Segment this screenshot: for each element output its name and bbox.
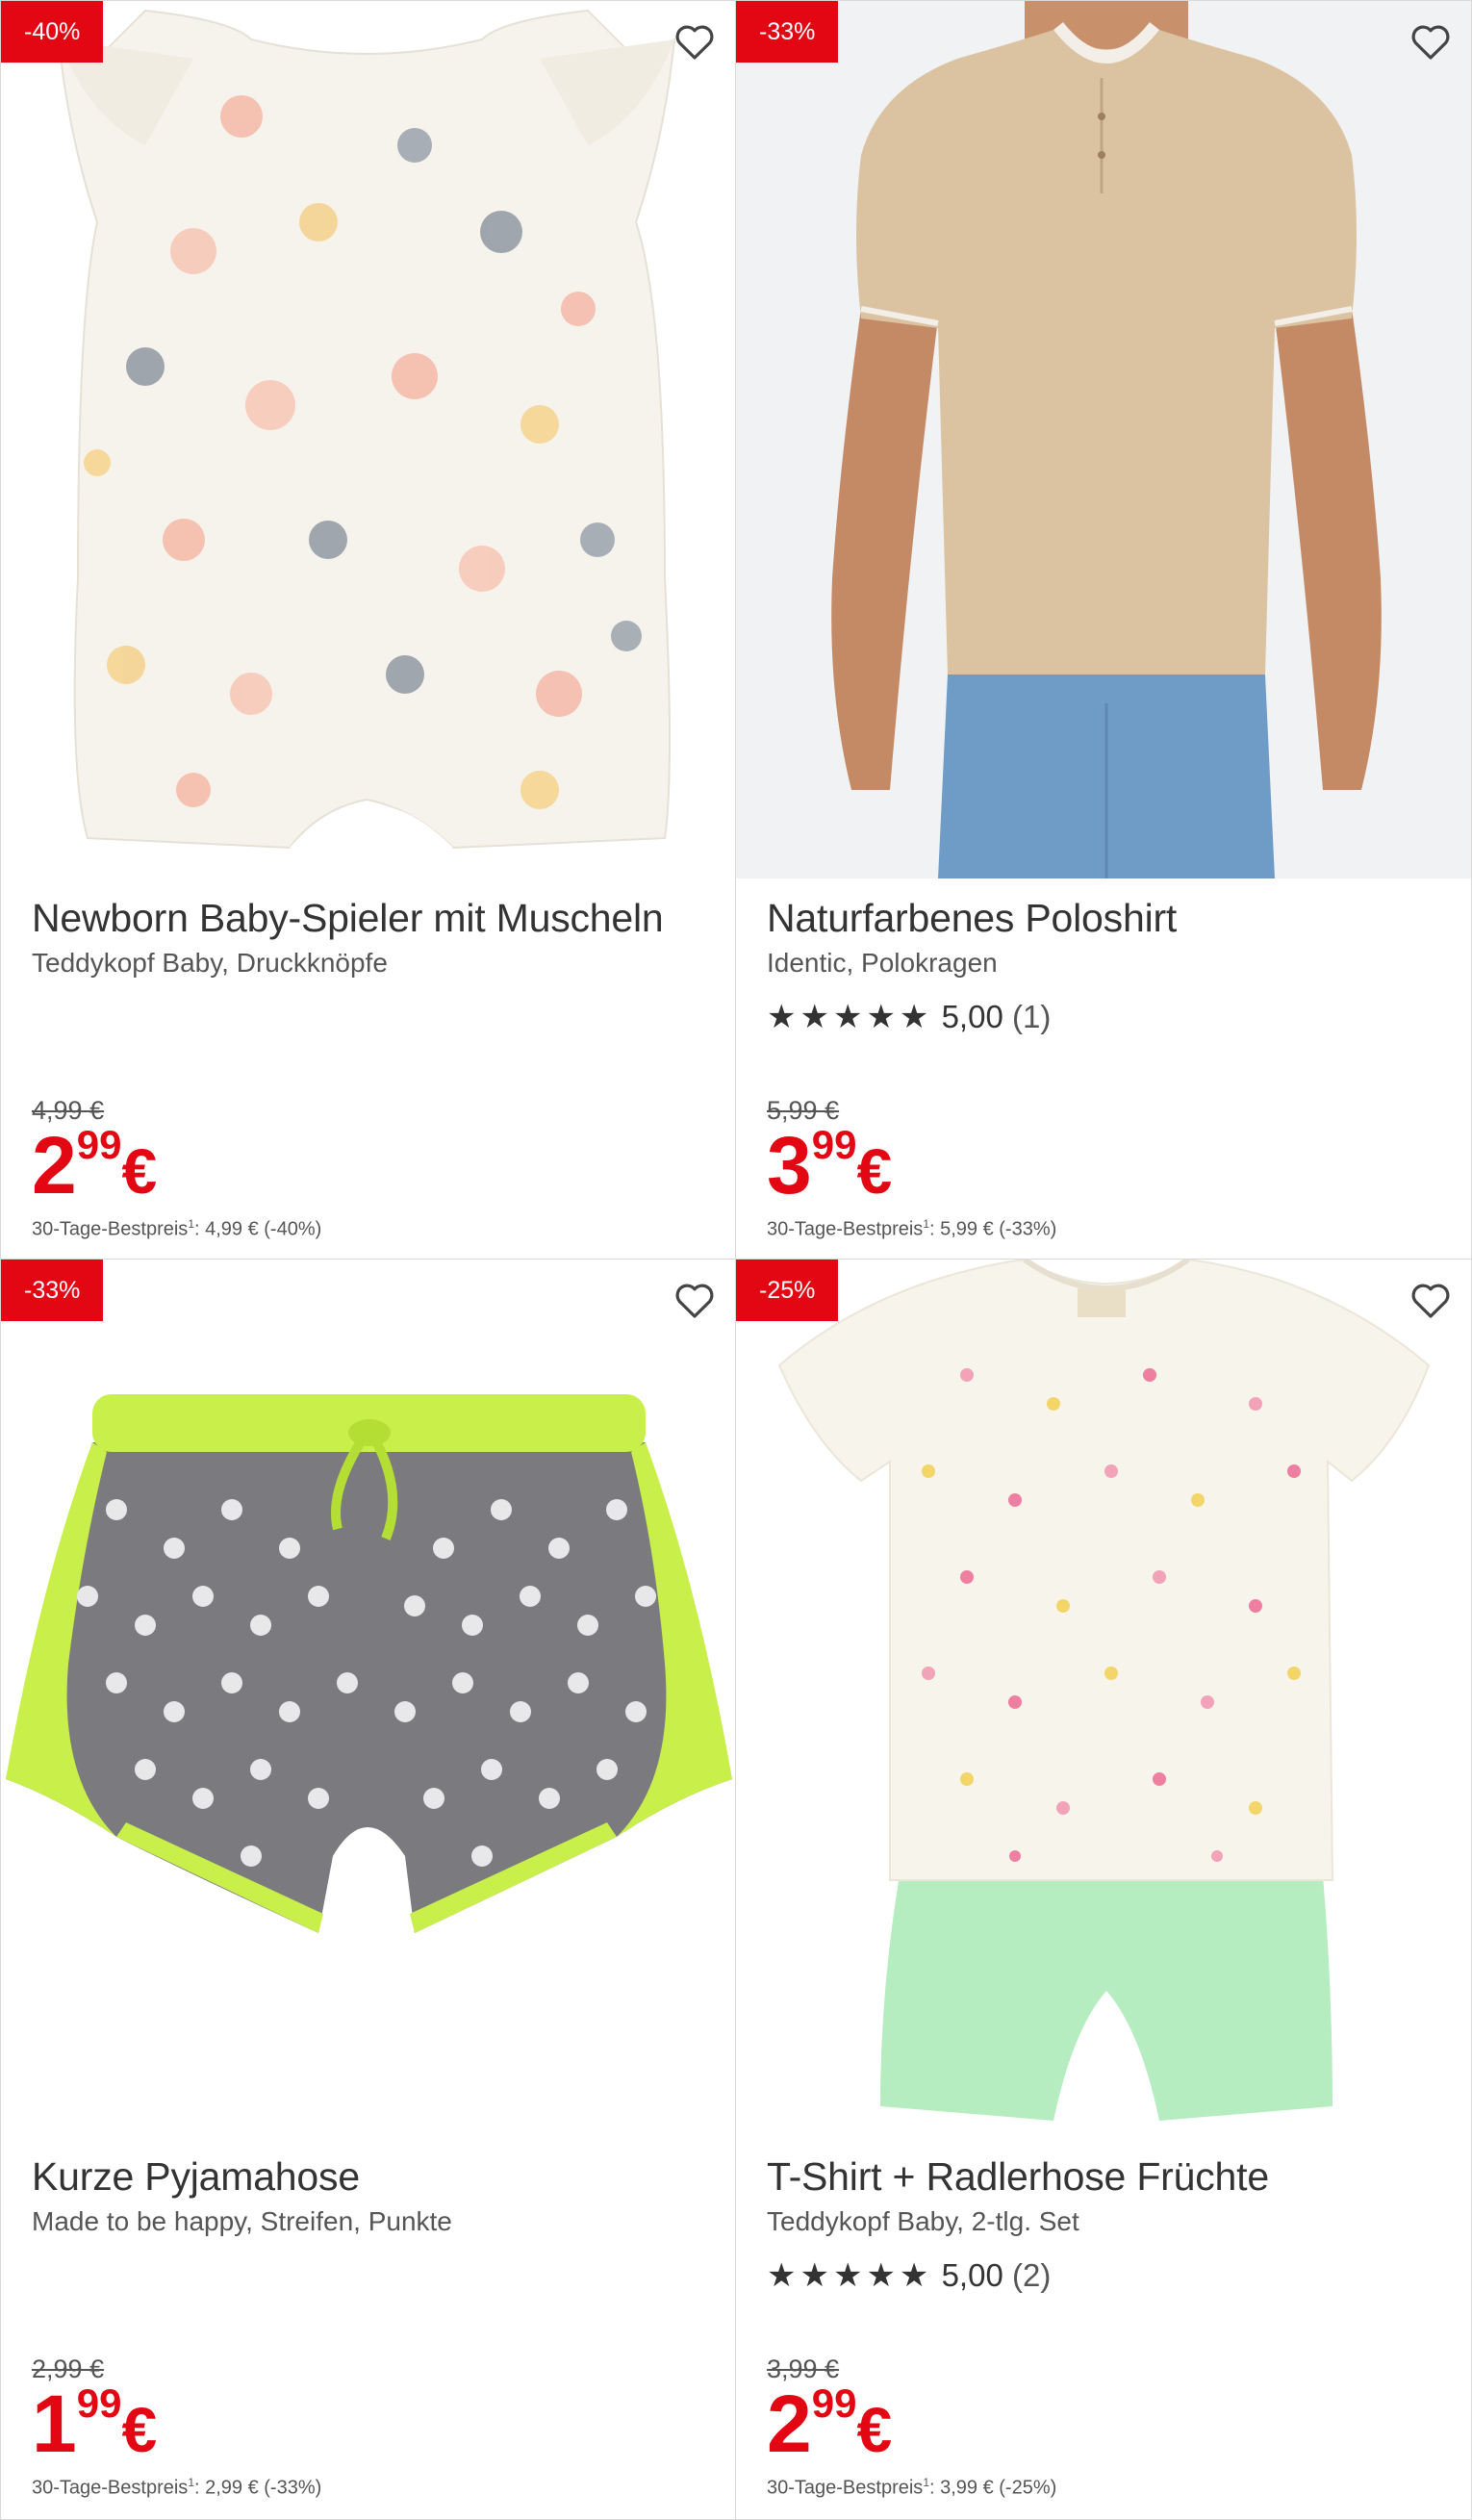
product-info: Naturfarbenes Poloshirt Identic, Polokra… xyxy=(767,878,1452,1259)
best-price-label: 30-Tage-Bestpreis xyxy=(32,1218,189,1240)
current-price: 399€ xyxy=(767,1119,892,1211)
footnote-mark: 1 xyxy=(188,1217,194,1231)
price-cents: 99 xyxy=(76,1122,122,1167)
best-price-value: : 2,99 € (-33%) xyxy=(194,2477,322,2499)
price-main: 2 xyxy=(32,1120,77,1210)
price-currency: € xyxy=(121,2394,158,2465)
product-card[interactable]: -33% Kurze Pyjamahose Made to be happy, … xyxy=(0,1259,736,2520)
product-info: Newborn Baby-Spieler mit Muscheln Teddyk… xyxy=(32,878,716,1259)
best-price-label: 30-Tage-Bestpreis xyxy=(767,2477,924,2499)
romper-image xyxy=(1,1,735,878)
heart-outline-icon[interactable] xyxy=(1408,1277,1454,1323)
rating-count: (2) xyxy=(1011,2257,1052,2293)
product-card[interactable]: -33% Naturfarbenes Poloshirt Identic, Po… xyxy=(735,0,1472,1260)
price-cents: 99 xyxy=(811,2380,857,2426)
rating-count: (1) xyxy=(1011,999,1052,1034)
rating-value: 5,00 xyxy=(941,2257,1003,2293)
product-image[interactable] xyxy=(1,1,735,878)
product-title[interactable]: Kurze Pyjamahose xyxy=(32,2154,360,2200)
best-price-note: 30-Tage-Bestpreis1: 3,99 € (-25%) xyxy=(767,2476,1056,2500)
rating-value: 5,00 xyxy=(941,999,1003,1034)
price-currency: € xyxy=(121,1135,158,1207)
product-subtitle: Made to be happy, Streifen, Punkte xyxy=(32,2206,452,2236)
product-rating[interactable]: ★★★★★ 5,00 (2) xyxy=(767,2256,1051,2295)
product-info: Kurze Pyjamahose Made to be happy, Strei… xyxy=(32,2137,716,2519)
product-subtitle: Identic, Polokragen xyxy=(767,948,998,978)
footnote-mark: 1 xyxy=(923,1217,929,1231)
best-price-label: 30-Tage-Bestpreis xyxy=(767,1218,924,1240)
best-price-value: : 3,99 € (-25%) xyxy=(929,2477,1057,2499)
product-subtitle: Teddykopf Baby, 2-tlg. Set xyxy=(767,2206,1079,2236)
product-image[interactable] xyxy=(736,1260,1471,2137)
star-icon: ★★★★★ xyxy=(767,998,933,1036)
product-grid: -40% Newborn Baby-Spieler mit Muscheln T… xyxy=(0,0,1472,2520)
current-price: 199€ xyxy=(32,2378,157,2470)
pyjama-shorts-image xyxy=(1,1260,735,2137)
tshirt-bikeshorts-image xyxy=(736,1260,1471,2137)
best-price-note: 30-Tage-Bestpreis1: 2,99 € (-33%) xyxy=(32,2476,321,2500)
discount-badge: -25% xyxy=(736,1260,839,1321)
product-rating[interactable]: ★★★★★ 5,00 (1) xyxy=(767,998,1051,1036)
product-title[interactable]: Naturfarbenes Poloshirt xyxy=(767,896,1177,941)
heart-outline-icon[interactable] xyxy=(672,18,718,64)
price-main: 3 xyxy=(767,1120,812,1210)
best-price-note: 30-Tage-Bestpreis1: 4,99 € (-40%) xyxy=(32,1217,321,1241)
product-image[interactable] xyxy=(736,1,1471,878)
product-title[interactable]: Newborn Baby-Spieler mit Muscheln xyxy=(32,896,664,941)
product-card[interactable]: -25% T-Shirt + Radlerhose Früchte Teddyk… xyxy=(735,1259,1472,2520)
price-main: 1 xyxy=(32,2379,77,2469)
product-image[interactable] xyxy=(1,1260,735,2137)
price-currency: € xyxy=(856,2394,893,2465)
poloshirt-image xyxy=(736,1,1471,878)
heart-outline-icon[interactable] xyxy=(672,1277,718,1323)
discount-badge: -40% xyxy=(1,1,104,63)
product-info: T-Shirt + Radlerhose Früchte Teddykopf B… xyxy=(767,2137,1452,2519)
footnote-mark: 1 xyxy=(923,2476,929,2489)
product-card[interactable]: -40% Newborn Baby-Spieler mit Muscheln T… xyxy=(0,0,736,1260)
footnote-mark: 1 xyxy=(188,2476,194,2489)
best-price-label: 30-Tage-Bestpreis xyxy=(32,2477,189,2499)
best-price-note: 30-Tage-Bestpreis1: 5,99 € (-33%) xyxy=(767,1217,1056,1241)
discount-badge: -33% xyxy=(1,1260,104,1321)
price-main: 2 xyxy=(767,2379,812,2469)
price-currency: € xyxy=(856,1135,893,1207)
star-icon: ★★★★★ xyxy=(767,2256,933,2295)
current-price: 299€ xyxy=(767,2378,892,2470)
discount-badge: -33% xyxy=(736,1,839,63)
current-price: 299€ xyxy=(32,1119,157,1211)
price-cents: 99 xyxy=(76,2380,122,2426)
product-title[interactable]: T-Shirt + Radlerhose Früchte xyxy=(767,2154,1269,2200)
price-cents: 99 xyxy=(811,1122,857,1167)
best-price-value: : 5,99 € (-33%) xyxy=(929,1218,1057,1240)
product-subtitle: Teddykopf Baby, Druckknöpfe xyxy=(32,948,388,978)
heart-outline-icon[interactable] xyxy=(1408,18,1454,64)
best-price-value: : 4,99 € (-40%) xyxy=(194,1218,322,1240)
